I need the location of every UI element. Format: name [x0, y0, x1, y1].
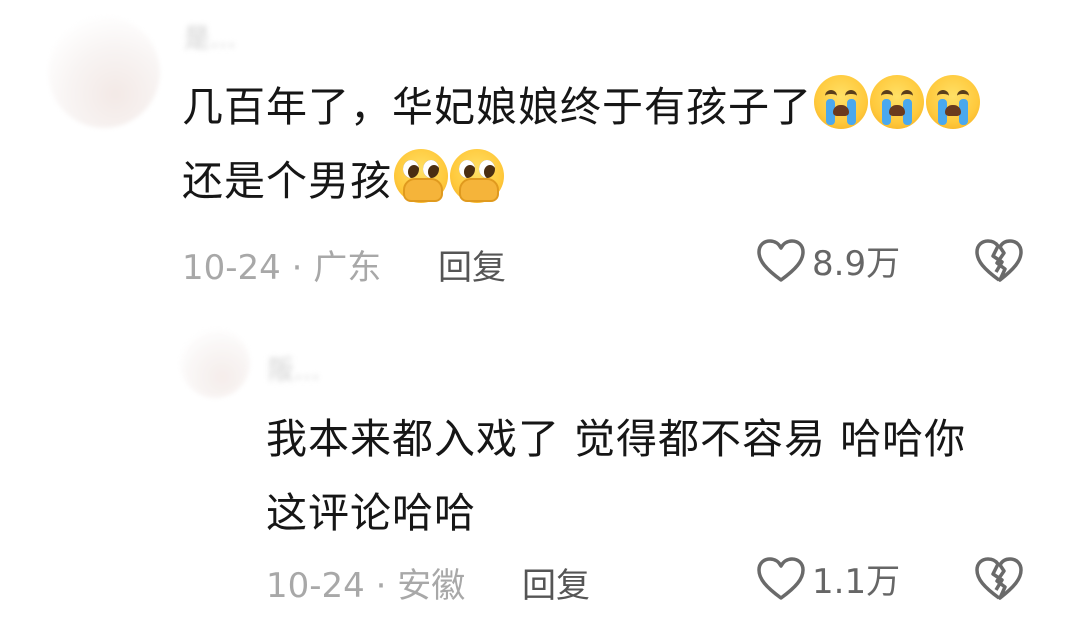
username[interactable]: 阪…: [268, 350, 320, 387]
heart-icon: [757, 238, 805, 282]
reply-button[interactable]: 回复: [438, 240, 506, 289]
like-count: 8.9万: [812, 244, 901, 284]
comment-text-line: 几百年了，华妃娘娘终于有孩子了: [182, 70, 980, 144]
comment-text: 我本来都入戏了 觉得都不容易 哈哈你 这评论哈哈: [266, 402, 966, 550]
comment-item: 阪… 我本来都入戏了 觉得都不容易 哈哈你 这评论哈哈 10-24 · 安徽 回…: [0, 310, 1081, 628]
comment-text-line: 我本来都入戏了 觉得都不容易 哈哈你: [266, 415, 967, 463]
comment-meta: 10-24 · 安徽: [266, 566, 466, 606]
comment-text-segment: 还是个男孩: [182, 157, 392, 205]
like-button[interactable]: 8.9万: [756, 236, 900, 285]
loudly-crying-face-icon: [870, 75, 924, 129]
comment-text-line: 这评论哈哈: [266, 489, 476, 537]
heart-icon: [757, 556, 805, 600]
comment-meta: 10-24 · 广东: [182, 248, 382, 288]
loudly-crying-face-icon: [814, 75, 868, 129]
broken-heart-icon[interactable]: [974, 556, 1024, 602]
loudly-crying-face-icon: [926, 75, 980, 129]
avatar[interactable]: [48, 16, 160, 128]
comment-item: 是… 几百年了，华妃娘娘终于有孩子了 还是个男孩 10-24 · 广东 回复 8…: [0, 0, 1081, 310]
like-button[interactable]: 1.1万: [756, 554, 900, 603]
comment-text: 几百年了，华妃娘娘终于有孩子了 还是个男孩: [182, 70, 980, 218]
face-holding-back-tears-icon: [394, 149, 448, 203]
comment-text-line: 还是个男孩: [182, 144, 980, 218]
reply-button[interactable]: 回复: [522, 558, 590, 607]
like-count: 1.1万: [812, 562, 901, 602]
avatar[interactable]: [180, 328, 250, 398]
username[interactable]: 是…: [184, 18, 236, 55]
face-holding-back-tears-icon: [450, 149, 504, 203]
broken-heart-icon[interactable]: [974, 238, 1024, 284]
comment-text-segment: 几百年了，华妃娘娘终于有孩子了: [182, 83, 812, 131]
